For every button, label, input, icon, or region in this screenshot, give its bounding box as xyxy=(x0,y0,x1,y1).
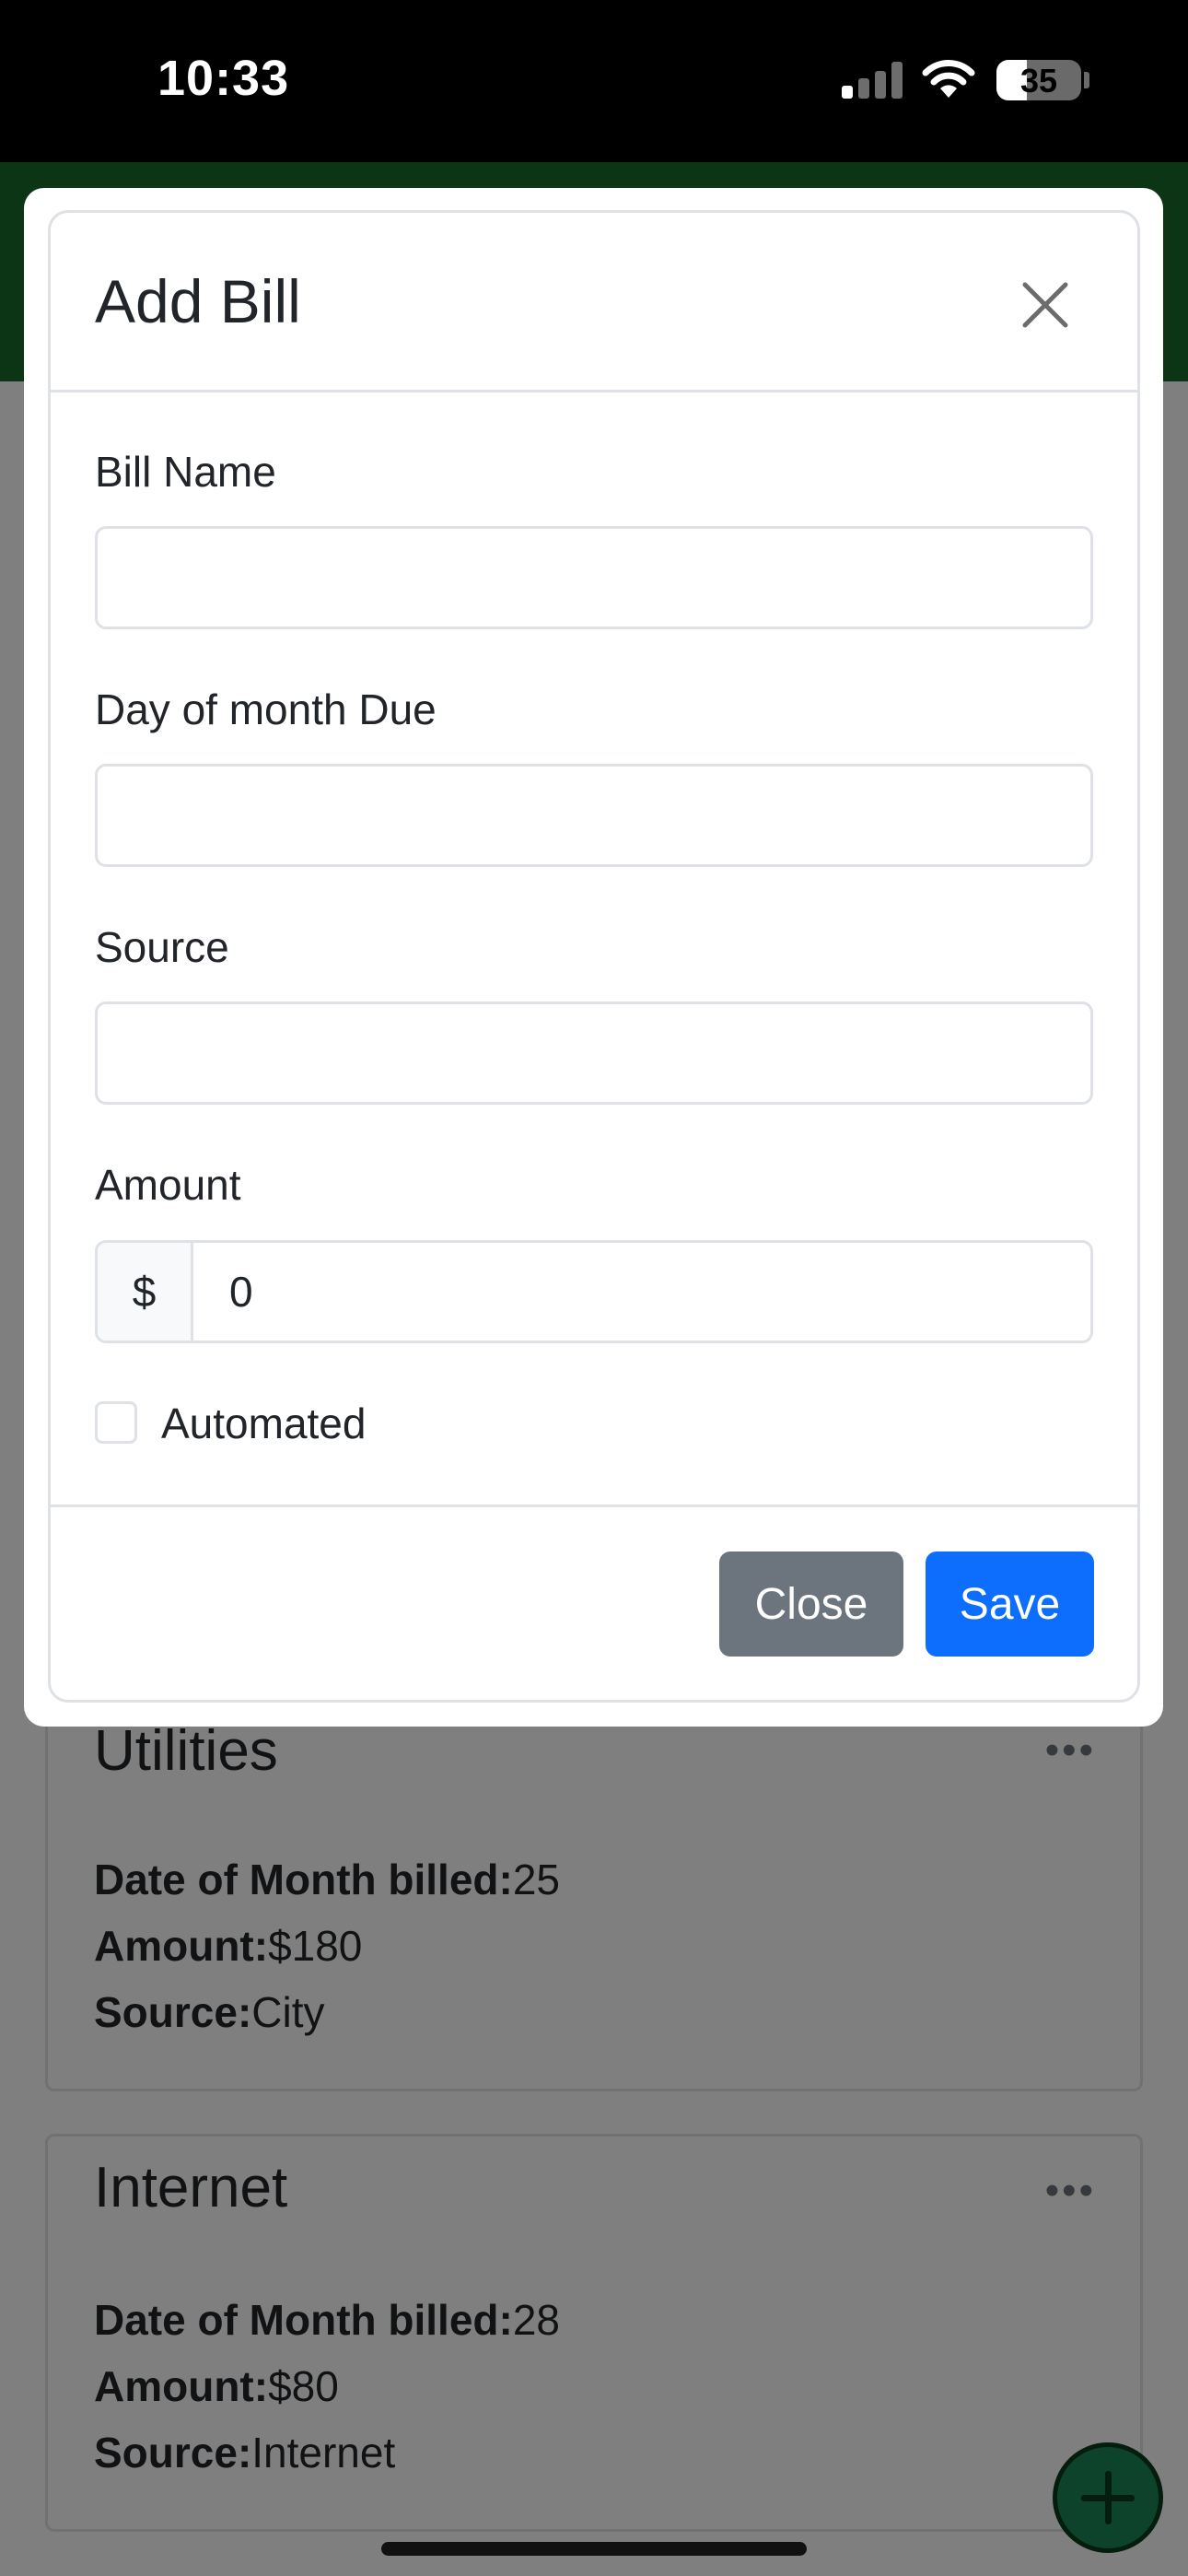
modal-header: Add Bill xyxy=(51,213,1137,392)
save-button[interactable]: Save xyxy=(926,1551,1094,1657)
close-button[interactable]: Close xyxy=(719,1551,903,1657)
source-label: Source xyxy=(95,923,229,971)
battery-percentage: 35 xyxy=(1019,62,1058,100)
home-indicator xyxy=(381,2542,807,2556)
add-bill-modal: Add Bill Bill Name Day of month Due Sour… xyxy=(48,210,1140,1703)
automated-checkbox[interactable] xyxy=(95,1401,137,1444)
wifi-icon xyxy=(922,60,975,98)
status-time: 10:33 xyxy=(157,51,290,106)
close-icon[interactable] xyxy=(1016,275,1075,334)
modal-title: Add Bill xyxy=(95,267,301,335)
amount-input-group: $ xyxy=(95,1240,1093,1343)
automated-label[interactable]: Automated xyxy=(161,1399,366,1448)
day-due-label: Day of month Due xyxy=(95,685,437,733)
day-due-input[interactable] xyxy=(95,764,1093,867)
bill-name-input[interactable] xyxy=(95,526,1093,629)
modal-footer: Close Save xyxy=(51,1505,1137,1705)
currency-prefix: $ xyxy=(98,1243,193,1341)
bill-name-label: Bill Name xyxy=(95,448,276,496)
battery-icon: 35 xyxy=(996,60,1081,100)
battery-tip xyxy=(1084,72,1089,88)
amount-input[interactable] xyxy=(196,1243,1090,1341)
source-input[interactable] xyxy=(95,1001,1093,1105)
cellular-signal-icon xyxy=(842,62,903,99)
amount-label: Amount xyxy=(95,1161,241,1209)
status-bar: 10:33 35 xyxy=(0,0,1188,162)
